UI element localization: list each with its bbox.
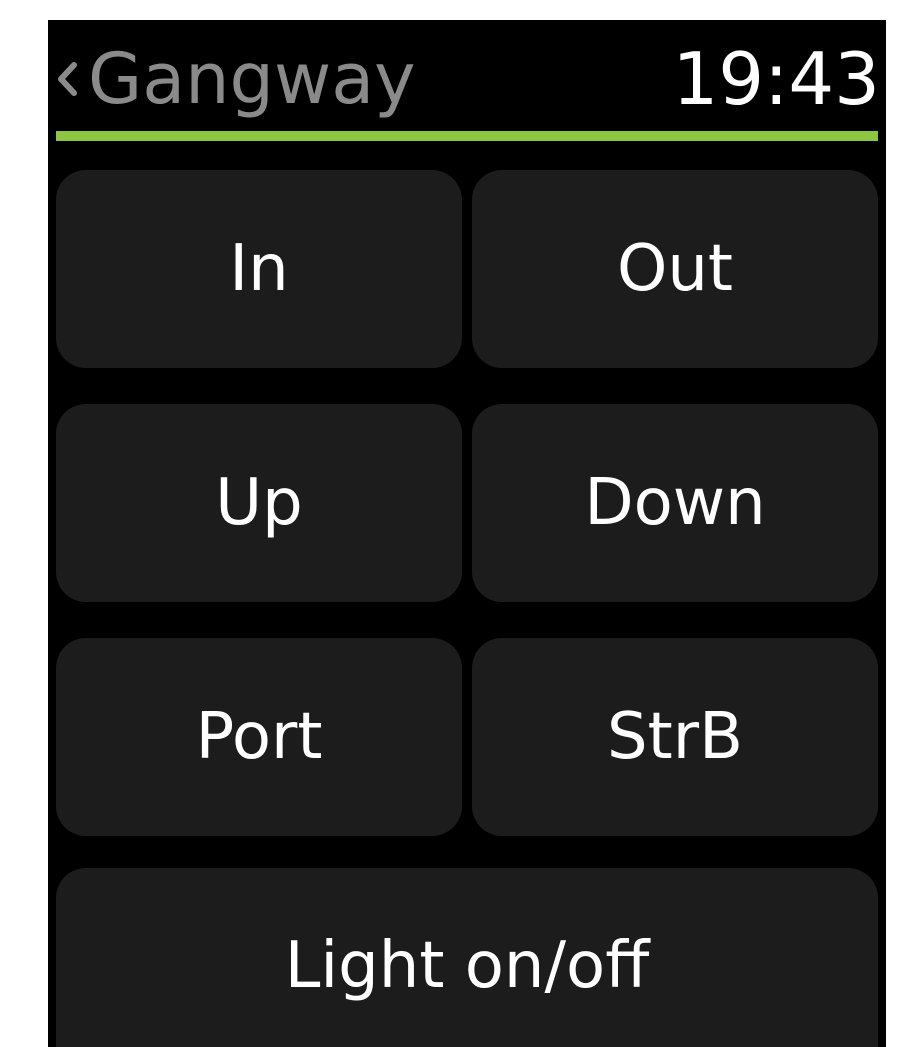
out-button[interactable]: Out [472, 170, 878, 368]
in-button-label: In [229, 232, 289, 306]
back-button[interactable]: Gangway [54, 34, 416, 124]
screen-title: Gangway [88, 38, 416, 120]
accent-divider [56, 131, 878, 141]
light-toggle-button[interactable]: Light on/off [56, 868, 878, 1047]
starboard-button-label: StrB [607, 700, 743, 774]
clock: 19:43 [672, 37, 881, 121]
port-button[interactable]: Port [56, 638, 462, 836]
light-toggle-label: Light on/off [284, 929, 650, 1003]
up-button[interactable]: Up [56, 404, 462, 602]
status-bar: Gangway 19:43 [48, 20, 886, 132]
chevron-left-icon [58, 62, 77, 96]
down-button-label: Down [584, 466, 766, 540]
up-button-label: Up [215, 466, 303, 540]
starboard-button[interactable]: StrB [472, 638, 878, 836]
watch-screen: Gangway 19:43 In Out Up Down Port StrB L… [48, 20, 886, 1047]
port-button-label: Port [195, 700, 323, 774]
down-button[interactable]: Down [472, 404, 878, 602]
out-button-label: Out [616, 232, 734, 306]
in-button[interactable]: In [56, 170, 462, 368]
